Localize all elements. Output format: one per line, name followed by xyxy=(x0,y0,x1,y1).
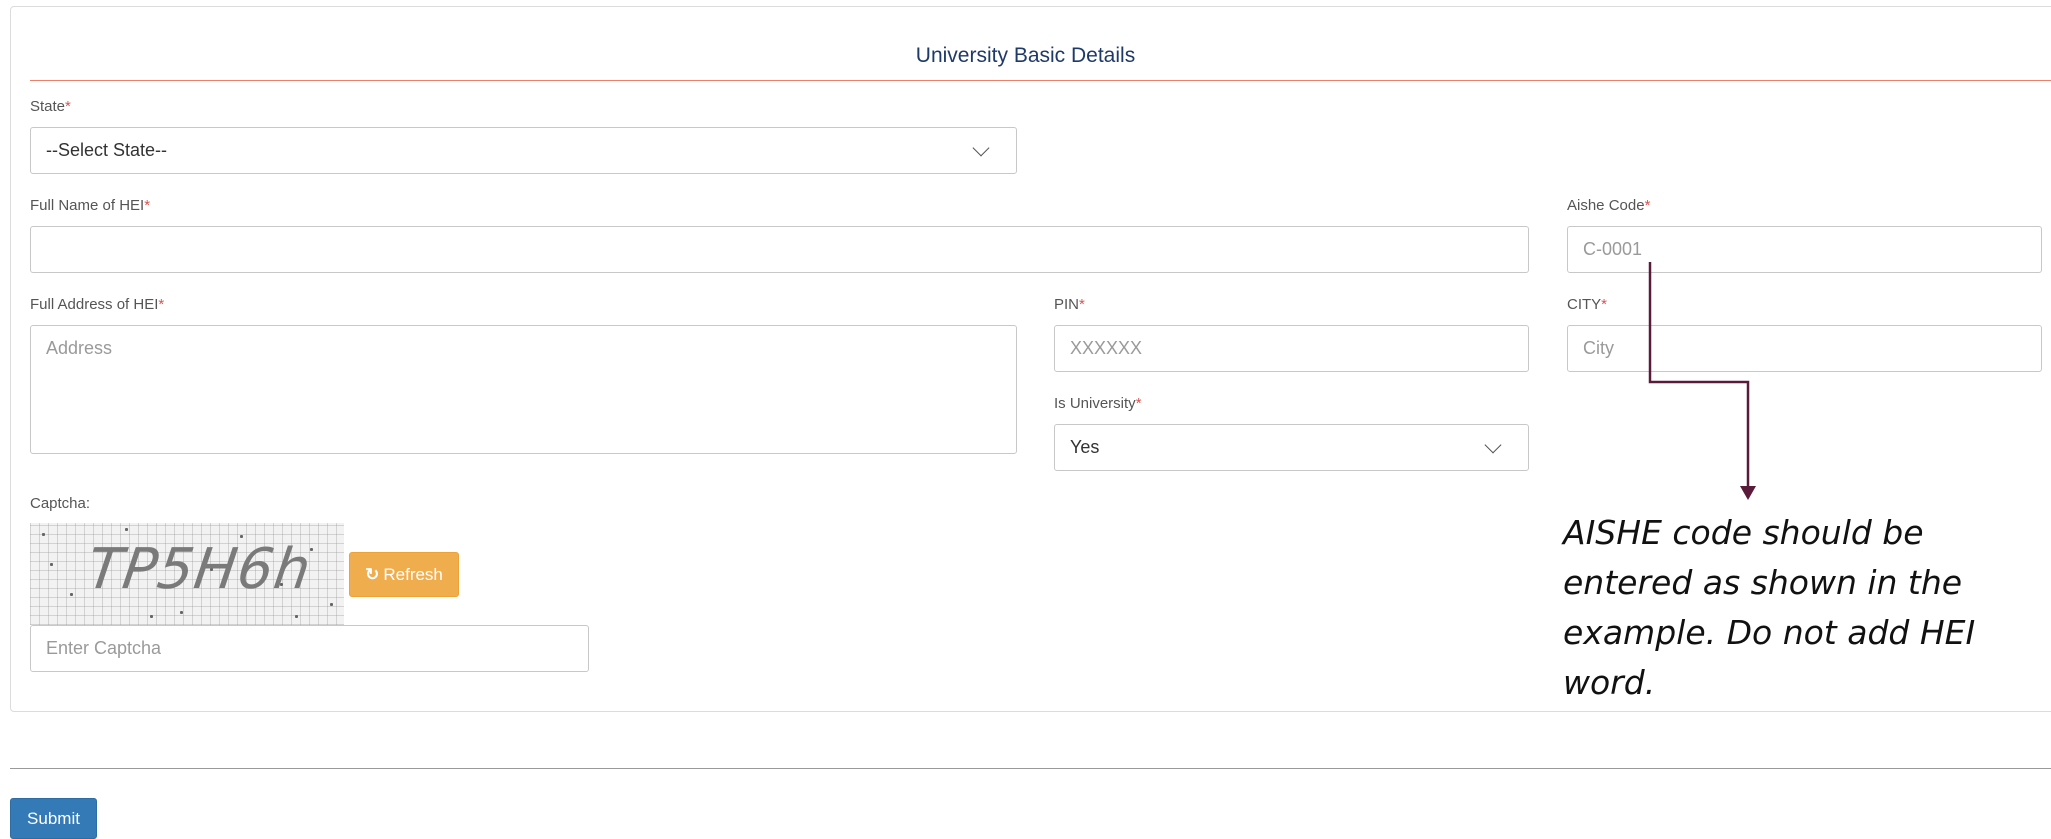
annotation-arrow xyxy=(1648,262,1756,500)
annotation-note: AISHE code should be entered as shown in… xyxy=(1563,513,1976,702)
submit-button[interactable]: Submit xyxy=(10,798,97,839)
footer-divider xyxy=(10,768,2051,769)
